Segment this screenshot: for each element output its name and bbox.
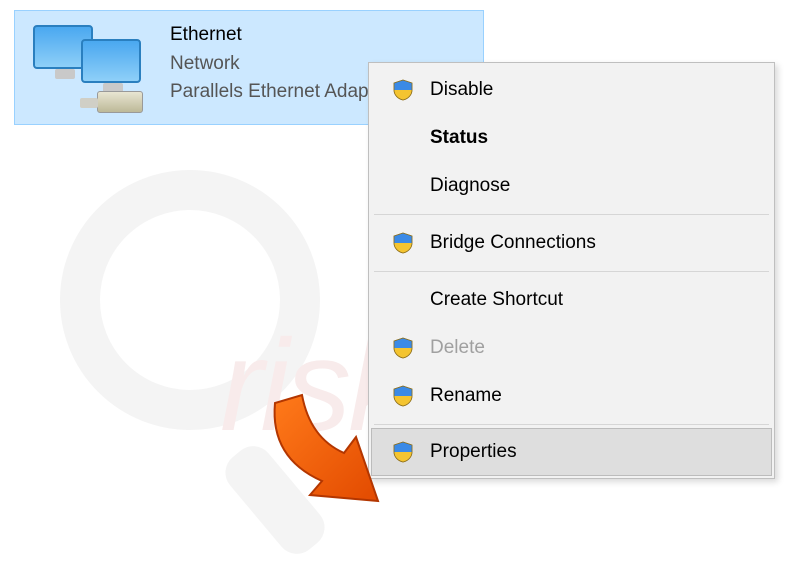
menu-item-label: Diagnose [422, 175, 510, 197]
menu-item-label: Bridge Connections [422, 232, 596, 254]
menu-item-status[interactable]: Status [372, 114, 771, 162]
shield-icon [384, 336, 422, 360]
menu-item-properties[interactable]: Properties [371, 428, 772, 476]
adapter-device: Parallels Ethernet Adapter [170, 78, 391, 107]
menu-item-rename[interactable]: Rename [372, 372, 771, 420]
adapter-title: Ethernet [170, 21, 391, 50]
menu-item-label: Status [422, 127, 488, 149]
menu-item-label: Properties [422, 441, 517, 463]
menu-item-delete: Delete [372, 324, 771, 372]
menu-item-label: Rename [422, 385, 502, 407]
menu-item-diagnose[interactable]: Diagnose [372, 162, 771, 210]
shield-icon [384, 231, 422, 255]
adapter-text: Ethernet Network Parallels Ethernet Adap… [155, 19, 391, 107]
adapter-network: Network [170, 50, 391, 79]
menu-item-disable[interactable]: Disable [372, 66, 771, 114]
ethernet-adapter-icon [25, 19, 155, 119]
context-menu: Disable Status Diagnose Bridge Connections… [368, 62, 775, 479]
menu-separator [374, 424, 769, 425]
shield-icon [384, 78, 422, 102]
menu-separator [374, 214, 769, 215]
menu-item-create-shortcut[interactable]: Create Shortcut [372, 276, 771, 324]
menu-item-label: Delete [422, 337, 485, 359]
menu-item-label: Create Shortcut [422, 289, 563, 311]
menu-separator [374, 271, 769, 272]
pointer-arrow-annotation [260, 383, 400, 523]
menu-item-bridge-connections[interactable]: Bridge Connections [372, 219, 771, 267]
menu-item-label: Disable [422, 79, 493, 101]
